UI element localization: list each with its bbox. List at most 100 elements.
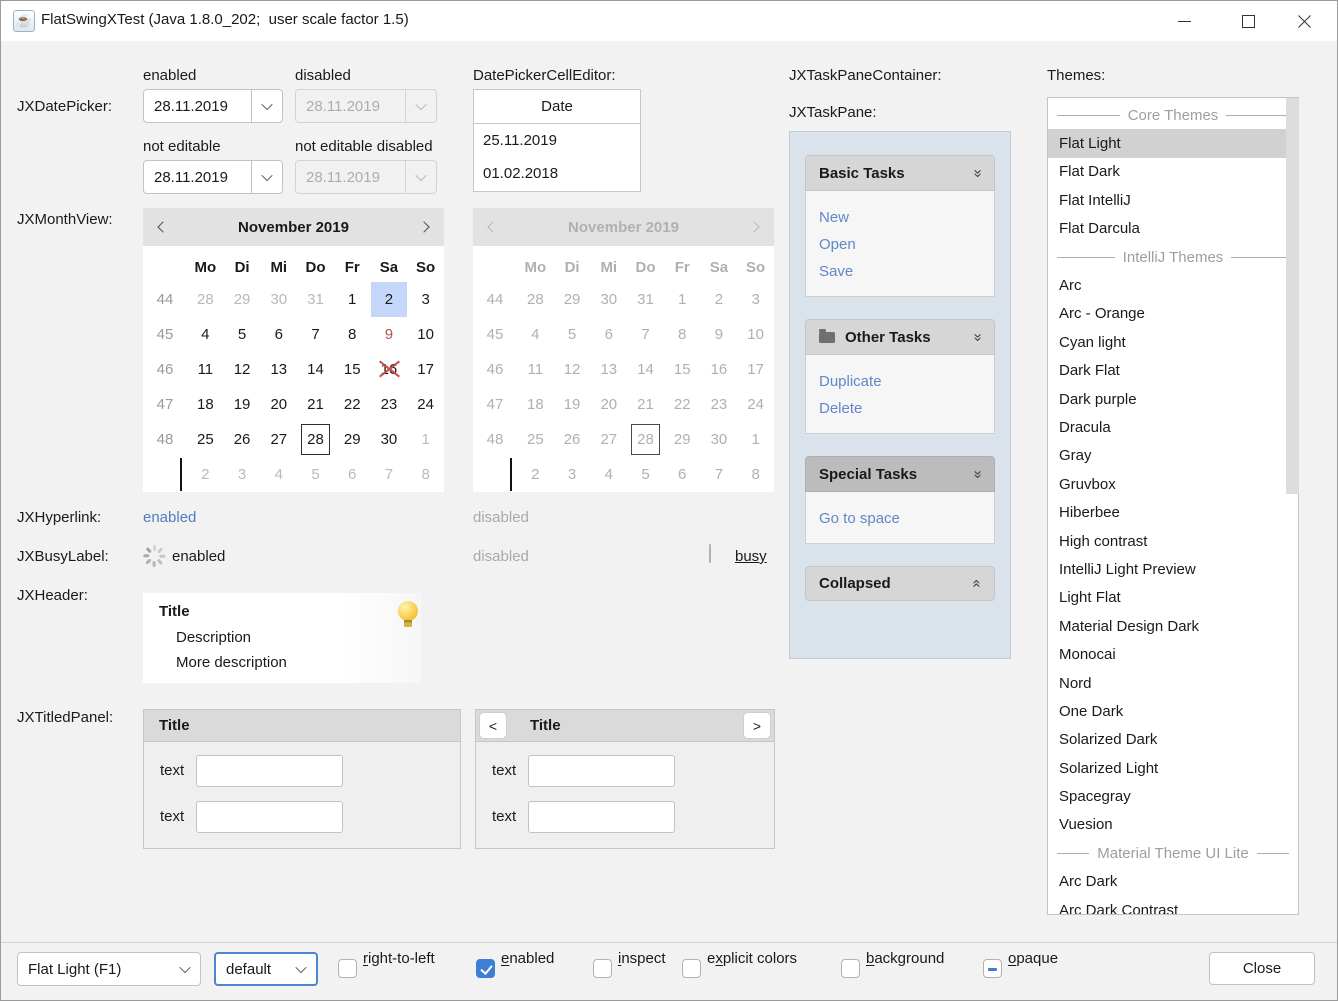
checkbox-label[interactable]: explicit colors (707, 950, 797, 967)
theme-list-item[interactable]: Gruvbox (1048, 470, 1298, 498)
theme-list-item[interactable]: High contrast (1048, 527, 1298, 555)
calendar-day[interactable]: 22 (334, 387, 371, 422)
calendar-day[interactable]: 29 (224, 282, 261, 317)
calendar-day[interactable]: 8 (407, 457, 444, 492)
theme-list-item[interactable]: Material Design Dark (1048, 612, 1298, 640)
theme-list-item[interactable]: Monocai (1048, 640, 1298, 668)
table-row[interactable]: 25.11.2019 (474, 124, 640, 157)
calendar-day[interactable]: 14 (297, 352, 334, 387)
busy-checkbox[interactable] (709, 544, 711, 563)
calendar-day[interactable]: 27 (260, 422, 297, 457)
close-button[interactable]: Close (1209, 952, 1315, 985)
calendar-day[interactable]: 10 (407, 317, 444, 352)
close-window-button[interactable] (1281, 1, 1327, 41)
theme-list-item[interactable]: Light Flat (1048, 584, 1298, 612)
theme-list-item[interactable]: IntelliJ Light Preview (1048, 555, 1298, 583)
calendar-day[interactable]: 2 (371, 282, 408, 317)
checkbox-label[interactable]: enabled (501, 950, 554, 967)
calendar-day[interactable]: 28 (297, 422, 334, 457)
calendar-day[interactable]: 25 (187, 422, 224, 457)
datepicker-not-editable[interactable]: 28.11.2019 (143, 160, 283, 194)
calendar-day[interactable]: 31 (297, 282, 334, 317)
text-input[interactable] (196, 801, 343, 833)
theme-list-item[interactable]: Arc (1048, 271, 1298, 299)
theme-list-item[interactable]: Vuesion (1048, 811, 1298, 839)
calendar-day[interactable]: 29 (334, 422, 371, 457)
calendar-day[interactable]: 21 (297, 387, 334, 422)
theme-list-item[interactable]: One Dark (1048, 697, 1298, 725)
checkbox-label[interactable]: inspect (618, 950, 666, 967)
calendar-day[interactable]: 16 (371, 352, 408, 387)
calendar-day[interactable]: 7 (371, 457, 408, 492)
calendar-day[interactable]: 11 (187, 352, 224, 387)
calendar-day[interactable]: 23 (371, 387, 408, 422)
calendar-day[interactable]: 30 (260, 282, 297, 317)
taskpane-group-header[interactable]: Other Tasks« (805, 319, 995, 355)
hyperlink-enabled[interactable]: enabled (143, 509, 196, 526)
explicit-colors-checkbox[interactable] (682, 959, 701, 978)
calendar-day[interactable]: 28 (187, 282, 224, 317)
background-checkbox[interactable] (841, 959, 860, 978)
datepicker-dropdown-button[interactable] (251, 90, 282, 122)
table-row[interactable]: 01.02.2018 (474, 157, 640, 190)
calendar-day[interactable]: 5 (297, 457, 334, 492)
taskpane-group-header[interactable]: Collapsed« (805, 566, 995, 601)
calendar-day[interactable]: 3 (224, 457, 261, 492)
theme-list-item[interactable]: Dark Flat (1048, 357, 1298, 385)
themes-scrollbar-thumb[interactable] (1286, 98, 1299, 494)
theme-list-item[interactable]: Cyan light (1048, 328, 1298, 356)
calendar-day[interactable]: 1 (334, 282, 371, 317)
text-input[interactable] (196, 755, 343, 787)
theme-list-item[interactable]: Spacegray (1048, 782, 1298, 810)
theme-list-item[interactable]: Solarized Light (1048, 754, 1298, 782)
busy-checkbox-label[interactable]: busy (735, 548, 767, 565)
calendar-day[interactable]: 12 (224, 352, 261, 387)
panel-left-button[interactable]: < (479, 712, 507, 739)
date-column-header[interactable]: Date (474, 90, 640, 124)
calendar-day[interactable]: 19 (224, 387, 261, 422)
checkbox-label[interactable]: background (866, 950, 944, 967)
calendar-day[interactable]: 8 (334, 317, 371, 352)
calendar-day[interactable]: 4 (260, 457, 297, 492)
theme-list-item[interactable]: Hiberbee (1048, 498, 1298, 526)
inspect-checkbox[interactable] (593, 959, 612, 978)
calendar-day[interactable]: 18 (187, 387, 224, 422)
maximize-button[interactable] (1225, 1, 1271, 41)
calendar-day[interactable]: 24 (407, 387, 444, 422)
taskpane-group-header[interactable]: Special Tasks« (805, 456, 995, 492)
opaque-checkbox[interactable] (983, 959, 1002, 978)
theme-list-item[interactable]: Flat Light (1048, 129, 1298, 157)
right-to-left-checkbox[interactable] (338, 959, 357, 978)
calendar-day[interactable]: 30 (371, 422, 408, 457)
task-link[interactable]: Duplicate (819, 368, 981, 395)
prev-month-button[interactable] (143, 223, 183, 231)
calendar-day[interactable]: 15 (334, 352, 371, 387)
text-input[interactable] (528, 801, 675, 833)
checkbox-label[interactable]: right-to-left (363, 950, 435, 967)
calendar-day[interactable]: 26 (224, 422, 261, 457)
theme-list-item[interactable]: Solarized Dark (1048, 726, 1298, 754)
calendar-day[interactable]: 6 (260, 317, 297, 352)
taskpane-group-header[interactable]: Basic Tasks« (805, 155, 995, 191)
calendar-day[interactable]: 3 (407, 282, 444, 317)
calendar-day[interactable]: 17 (407, 352, 444, 387)
theme-list-item[interactable]: Gray (1048, 442, 1298, 470)
datepicker-enabled[interactable]: 28.11.2019 (143, 89, 283, 123)
datepicker-dropdown-button[interactable] (251, 161, 282, 193)
calendar-day[interactable]: 13 (260, 352, 297, 387)
task-link[interactable]: Save (819, 258, 981, 285)
font-combobox[interactable]: default (214, 952, 318, 986)
calendar-day[interactable]: 2 (187, 457, 224, 492)
theme-list-item[interactable]: Nord (1048, 669, 1298, 697)
calendar-day[interactable]: 4 (187, 317, 224, 352)
combo-dropdown-button[interactable] (169, 953, 200, 985)
theme-list-item[interactable]: Arc Dark (1048, 868, 1298, 896)
theme-list-item[interactable]: Flat Darcula (1048, 215, 1298, 243)
theme-list-item[interactable]: Flat IntelliJ (1048, 186, 1298, 214)
task-link[interactable]: Go to space (819, 505, 981, 532)
theme-list-item[interactable]: Dark purple (1048, 385, 1298, 413)
calendar-day[interactable]: 5 (224, 317, 261, 352)
calendar-day[interactable]: 7 (297, 317, 334, 352)
calendar-day[interactable]: 20 (260, 387, 297, 422)
minimize-button[interactable] (1161, 1, 1207, 41)
